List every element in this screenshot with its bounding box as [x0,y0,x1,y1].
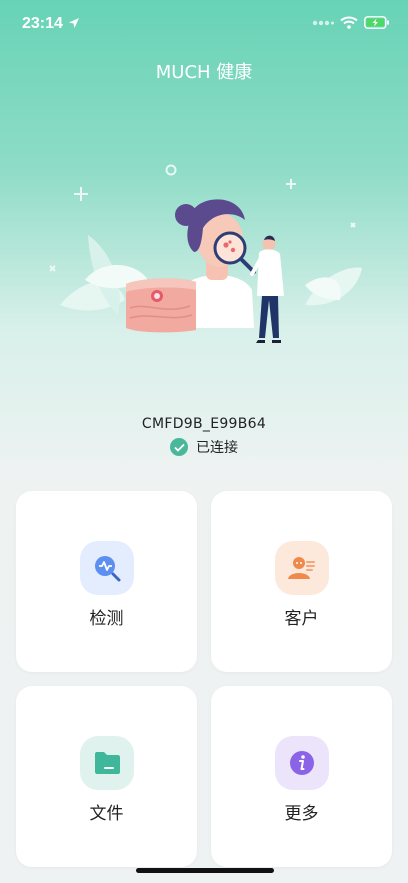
hero-illustration [49,164,362,343]
more-card[interactable]: 更多 [211,686,392,867]
customer-card[interactable]: 客户 [211,491,392,672]
detect-label: 检测 [89,609,124,629]
more-info-icon [275,736,329,790]
connection-status: 已连接 [0,437,408,457]
customer-label: 客户 [284,609,319,629]
folder-icon [80,736,134,790]
detect-search-icon [80,541,134,595]
status-bar: 23:14 [0,0,408,50]
files-card[interactable]: 文件 [16,686,197,867]
more-label: 更多 [284,804,319,824]
connection-status-text: 已连接 [196,440,238,456]
location-arrow-icon [69,18,79,28]
check-circle-icon [170,438,188,456]
app-title: MUCH 健康 [155,62,253,83]
device-name: CMFD9B_E99B64 [141,416,267,432]
status-time: 23:14 [22,15,63,32]
home-indicator[interactable] [136,868,274,873]
battery-charging-icon [364,16,389,29]
detect-card[interactable]: 检测 [16,491,197,672]
wifi-icon [340,16,358,29]
customer-icon [275,541,329,595]
signal-dots-icon [312,20,334,25]
files-label: 文件 [89,804,124,824]
